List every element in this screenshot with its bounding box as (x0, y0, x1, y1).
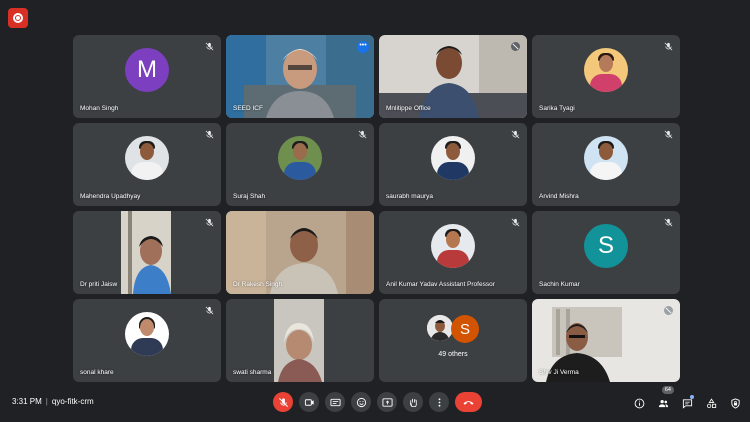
more-options-icon (438, 397, 440, 407)
participant-name: swati sharma (233, 369, 272, 376)
mic-muted-icon (664, 218, 673, 227)
call-controls (273, 392, 482, 412)
participant-name: saurabh maurya (386, 193, 433, 200)
participant-tile[interactable]: sonal khare (73, 299, 221, 382)
others-tile[interactable]: S 49 others (379, 299, 527, 382)
raise-hand-button[interactable] (403, 392, 423, 412)
mic-muted-icon (205, 130, 214, 139)
others-avatars: S (427, 313, 483, 345)
avatar: M (125, 47, 169, 92)
participant-name: Arvind Mishra (539, 193, 579, 200)
meeting-info: 3:31 PM | qyo-fitk-crm (12, 397, 94, 406)
mic-muted-icon (205, 42, 214, 51)
participant-name: Mahendra Upadhyay (80, 193, 141, 200)
camera-toggle-button[interactable] (299, 392, 319, 412)
recording-icon (8, 8, 28, 28)
bottom-toolbar: 3:31 PM | qyo-fitk-crm 64 (0, 386, 750, 418)
avatar (584, 47, 628, 92)
info-icon (634, 398, 644, 408)
participant-tile[interactable]: M Mohan Singh (73, 35, 221, 118)
mic-muted-icon (664, 306, 673, 315)
mic-muted-icon (205, 218, 214, 227)
participant-tile[interactable]: Arvind Mishra (532, 123, 680, 206)
participant-tile[interactable]: Sarika Tyagi (532, 35, 680, 118)
participant-tile[interactable]: Anil Kumar Yadav Assistant Professor (379, 211, 527, 294)
mic-muted-icon (358, 130, 367, 139)
chat-button[interactable] (678, 394, 696, 412)
participant-name: Dr priti Jaisw (80, 281, 118, 288)
notification-dot (690, 395, 694, 399)
participant-name: Mohan Singh (80, 105, 119, 112)
avatar (584, 135, 628, 180)
more-options-button[interactable]: ••• (357, 41, 369, 53)
avatar (278, 135, 322, 180)
separator: | (45, 397, 48, 406)
participant-tile[interactable]: Suraj Shah (226, 123, 374, 206)
end-call-icon (463, 400, 474, 405)
participant-count-badge: 64 (661, 386, 674, 394)
mic-muted-icon (664, 42, 673, 51)
participant-name: Shiv Ji Verma (539, 369, 579, 376)
participant-tile[interactable]: Shiv Ji Verma (532, 299, 680, 382)
mic-muted-icon (511, 218, 520, 227)
raise-hand-icon (409, 398, 417, 407)
camera-icon (304, 398, 314, 406)
participant-name: Dr Rakesh Singh (233, 281, 283, 288)
host-controls-icon (730, 397, 740, 409)
avatar (125, 311, 169, 356)
participant-name: Mnlitippe Office (386, 105, 431, 112)
people-button[interactable]: 64 (654, 386, 674, 412)
activities-button[interactable] (702, 394, 720, 412)
avatar (427, 315, 453, 341)
more-options-button[interactable] (429, 392, 449, 412)
participant-name: Anil Kumar Yadav Assistant Professor (386, 281, 495, 288)
captions-icon (329, 398, 341, 406)
chat-icon (682, 398, 692, 409)
emoji-button[interactable] (351, 392, 371, 412)
side-panel-controls: 64 (630, 386, 744, 412)
emoji-icon (356, 397, 366, 407)
meeting-time: 3:31 PM (12, 397, 42, 406)
avatar (431, 135, 475, 180)
avatar (431, 223, 475, 268)
participant-tile[interactable]: S Sachin Kumar (532, 211, 680, 294)
host-controls-button[interactable] (726, 394, 744, 412)
meeting-code: qyo-fitk-crm (51, 397, 94, 406)
participant-tile[interactable]: Mnlitippe Office (379, 35, 527, 118)
others-count: 49 others (438, 351, 468, 358)
mic-muted-icon (511, 130, 520, 139)
participant-name: Sachin Kumar (539, 281, 580, 288)
participant-tile[interactable]: Mahendra Upadhyay (73, 123, 221, 206)
people-icon (658, 399, 668, 407)
avatar: S (451, 315, 479, 343)
end-call-button[interactable] (455, 392, 482, 412)
captions-button[interactable] (325, 392, 345, 412)
participant-tile[interactable]: saurabh maurya (379, 123, 527, 206)
participant-name: Suraj Shah (233, 193, 266, 200)
participant-tile[interactable]: Dr Rakesh Singh (226, 211, 374, 294)
participant-grid: M Mohan Singh ••• SEED ICF Mnlitippe Off… (73, 35, 680, 382)
mic-toggle-button[interactable] (273, 392, 293, 412)
meeting-details-button[interactable] (630, 394, 648, 412)
participant-name: sonal khare (80, 369, 114, 376)
participant-tile-active[interactable]: ••• SEED ICF (226, 35, 374, 118)
participant-name: Sarika Tyagi (539, 105, 575, 112)
present-icon (381, 397, 393, 407)
mic-off-icon (278, 397, 288, 407)
participant-tile[interactable]: swati sharma (226, 299, 374, 382)
mic-muted-icon (205, 306, 214, 315)
avatar: S (584, 223, 628, 268)
mic-muted-icon (511, 42, 520, 51)
avatar (125, 135, 169, 180)
mic-muted-icon (664, 130, 673, 139)
participant-name: SEED ICF (233, 105, 263, 112)
present-button[interactable] (377, 392, 397, 412)
activities-icon (706, 397, 716, 408)
participant-tile[interactable]: Dr priti Jaisw (73, 211, 221, 294)
